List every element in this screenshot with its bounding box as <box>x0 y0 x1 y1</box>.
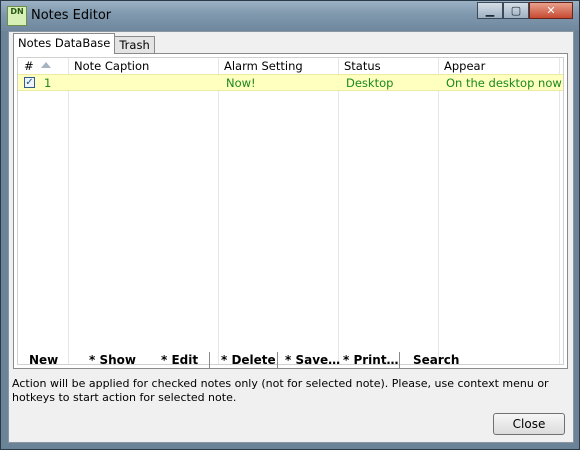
notes-grid[interactable]: # Note Caption Alarm Setting Status Appe… <box>17 57 564 365</box>
column-divider <box>338 58 339 364</box>
action-toolbar: New * Show * Edit * Delete * Save… * Pri… <box>13 350 568 372</box>
notes-database-panel: # Note Caption Alarm Setting Status Appe… <box>13 53 568 369</box>
column-divider <box>218 58 219 364</box>
caption-buttons: ▁ ▢ ✕ <box>477 2 573 20</box>
column-header-alarm-setting[interactable]: Alarm Setting <box>224 59 303 73</box>
tab-strip: Notes DataBase Trash <box>13 33 155 54</box>
title-bar[interactable]: DN Notes Editor ▁ ▢ ✕ <box>1 1 579 31</box>
toolbar-separator <box>209 352 210 368</box>
delete-button[interactable]: * Delete <box>221 353 276 367</box>
row-alarm: Now! <box>226 76 256 90</box>
notes-editor-window: DN Notes Editor ▁ ▢ ✕ Notes DataBase Tra… <box>0 0 580 450</box>
toolbar-separator <box>277 352 278 368</box>
app-icon: DN <box>7 6 27 26</box>
maximize-button[interactable]: ▢ <box>503 2 529 19</box>
close-window-button[interactable]: ✕ <box>529 2 573 19</box>
tab-trash[interactable]: Trash <box>114 36 155 54</box>
info-text: Action will be applied for checked notes… <box>12 377 549 404</box>
tab-notes-database[interactable]: Notes DataBase <box>13 33 116 54</box>
column-header-appear[interactable]: Appear <box>444 59 485 73</box>
column-header-note-caption[interactable]: Note Caption <box>74 59 149 73</box>
column-header-status[interactable]: Status <box>344 59 381 73</box>
minimize-button[interactable]: ▁ <box>477 2 503 19</box>
edit-button[interactable]: * Edit <box>161 353 198 367</box>
row-status: Desktop <box>346 76 394 90</box>
grid-header: # Note Caption Alarm Setting Status Appe… <box>18 58 563 74</box>
row-checkbox[interactable]: ✓ <box>24 77 35 88</box>
row-appear: On the desktop now <box>446 76 562 90</box>
search-button[interactable]: Search <box>413 353 459 367</box>
sort-ascending-icon <box>41 62 51 68</box>
save-button[interactable]: * Save… <box>285 353 340 367</box>
close-button[interactable]: Close <box>493 413 565 435</box>
column-header-number[interactable]: # <box>24 59 34 73</box>
column-divider <box>438 58 439 364</box>
client-area: Notes DataBase Trash # Note Caption Alar… <box>8 31 574 443</box>
show-button[interactable]: * Show <box>89 353 136 367</box>
window-title: Notes Editor <box>31 8 112 23</box>
row-number: 1 <box>44 76 52 90</box>
toolbar-separator <box>399 352 400 368</box>
new-button[interactable]: New <box>29 353 58 367</box>
column-divider <box>559 58 560 364</box>
column-divider <box>68 58 69 364</box>
print-button[interactable]: * Print… <box>343 353 399 367</box>
table-row[interactable]: ✓ 1 Now! Desktop On the desktop now <box>18 74 563 91</box>
